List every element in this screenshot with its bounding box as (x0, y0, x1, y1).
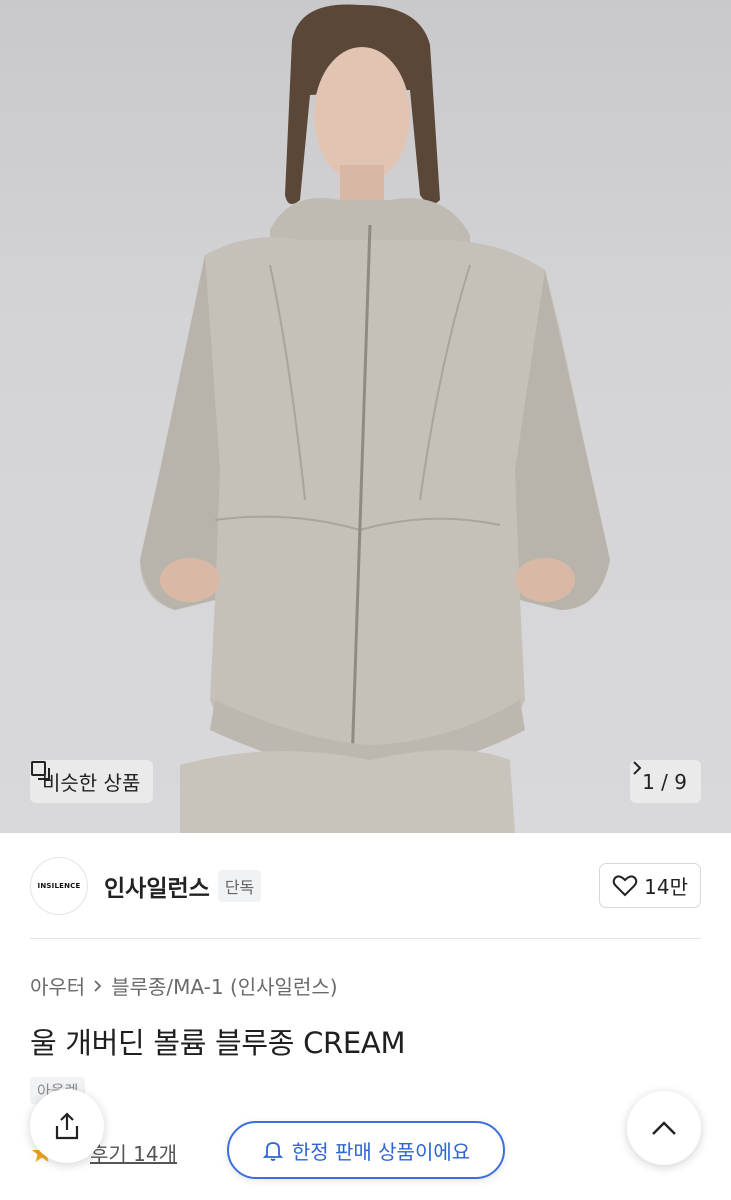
similar-products-label: 비슷한 상품 (42, 771, 141, 795)
breadcrumb: 아우터 블루종/MA-1 (인사일런스) (30, 971, 338, 1000)
like-button[interactable]: 14만 (599, 863, 701, 908)
divider (30, 938, 701, 939)
brand-logo-text: INSILENCE (37, 882, 81, 890)
like-count: 14만 (644, 875, 688, 899)
product-image[interactable]: 비슷한 상품 1 / 9 (0, 0, 731, 833)
share-icon (55, 1112, 79, 1140)
similar-products-button[interactable]: 비슷한 상품 (30, 760, 154, 803)
breadcrumb-subcategory[interactable]: 블루종/MA-1 (인사일런스) (111, 971, 337, 1000)
chevron-right-icon (633, 761, 642, 775)
limited-sale-label: 한정 판매 상품이에요 (291, 1139, 471, 1164)
brand-row: INSILENCE 인사일런스 단독 14만 (30, 856, 701, 916)
chevron-right-icon (94, 979, 102, 992)
heart-icon (612, 874, 638, 896)
share-button[interactable] (30, 1089, 104, 1163)
brand-logo[interactable]: INSILENCE (30, 857, 88, 915)
exclusive-badge: 단독 (217, 870, 262, 902)
jacket-photo (140, 4, 610, 833)
review-link[interactable]: 후기 14개 (90, 1138, 177, 1167)
image-counter-text: 1 / 9 (642, 769, 687, 794)
copy-icon (31, 761, 50, 780)
bell-icon (262, 1142, 284, 1161)
brand-name[interactable]: 인사일런스 (104, 869, 210, 903)
chevron-up-icon (652, 1121, 676, 1135)
scroll-top-button[interactable] (627, 1091, 701, 1165)
breadcrumb-category[interactable]: 아우터 (30, 971, 85, 1000)
product-title: 울 개버딘 볼륨 블루종 CREAM (30, 1026, 406, 1060)
limited-sale-notice[interactable]: 한정 판매 상품이에요 (227, 1121, 505, 1179)
image-counter[interactable]: 1 / 9 (630, 760, 701, 803)
